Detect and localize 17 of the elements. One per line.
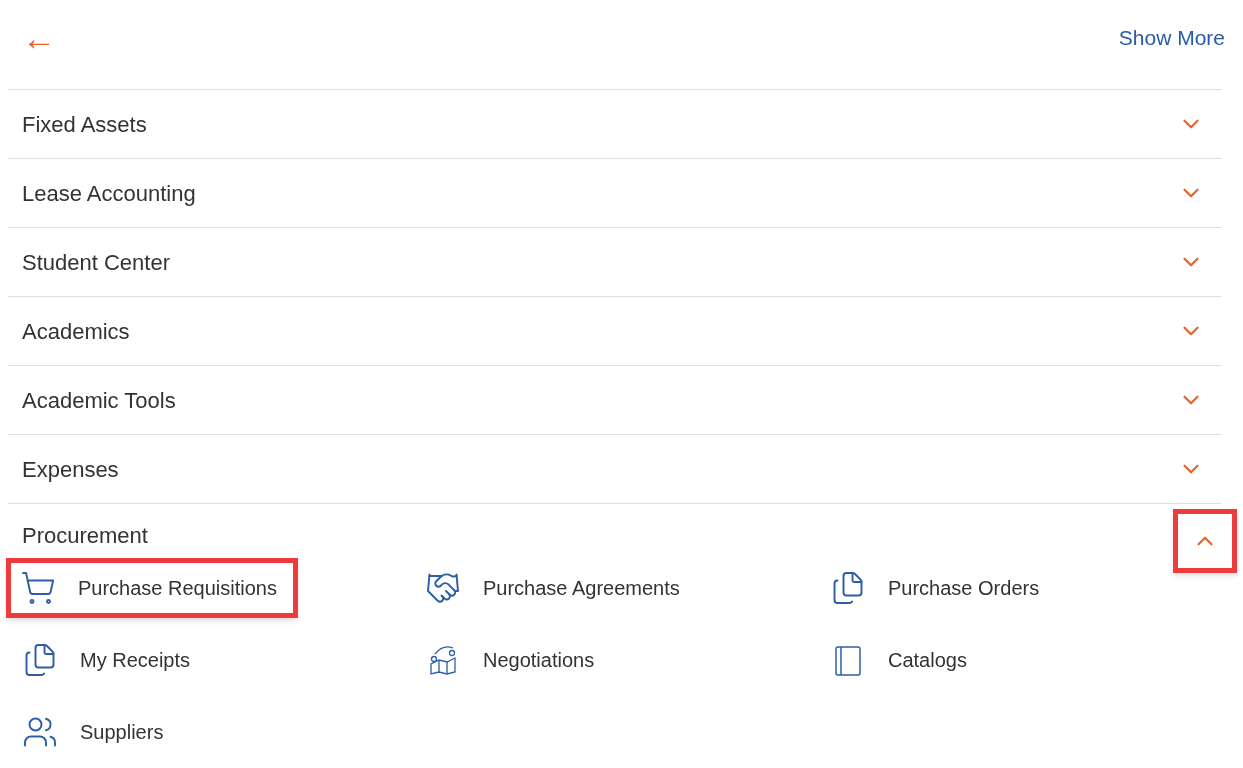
section-title: Lease Accounting (22, 179, 196, 208)
app-tile-link[interactable]: Catalogs (816, 630, 1116, 690)
section-title: Academic Tools (22, 386, 176, 415)
show-more-link[interactable]: Show More (1118, 22, 1225, 54)
app-tile-link[interactable]: Purchase Agreements (411, 558, 816, 618)
expand-toggle[interactable] (1173, 509, 1237, 573)
app-tile-link[interactable]: Suppliers (8, 702, 411, 762)
section-title: Procurement (22, 521, 148, 550)
app-tile-link[interactable]: Purchase Orders (816, 558, 1116, 618)
app-tile-link[interactable]: My Receipts (8, 630, 411, 690)
app-tile-link[interactable]: Purchase Requisitions (6, 558, 298, 618)
section-title: Expenses (22, 455, 119, 484)
section-title: Academics (22, 317, 130, 346)
section-title: Fixed Assets (22, 110, 147, 139)
section-title: Student Center (22, 248, 170, 277)
cart-icon (20, 570, 56, 606)
app-tile-link[interactable]: Negotiations (411, 630, 816, 690)
